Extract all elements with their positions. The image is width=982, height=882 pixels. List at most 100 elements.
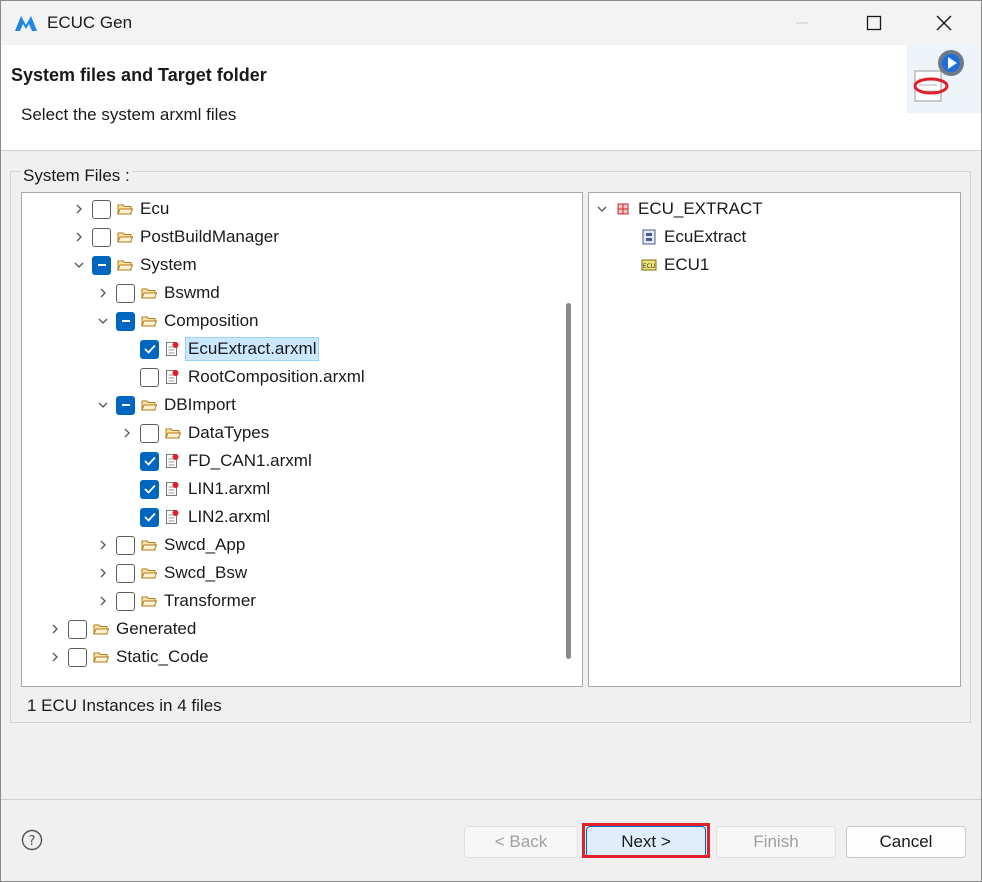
tree-item-label[interactable]: Transformer bbox=[161, 589, 259, 613]
maximize-button[interactable] bbox=[839, 1, 909, 45]
dialog-window: ECUC Gen System files and Target folder … bbox=[0, 0, 982, 882]
chevron-right-icon[interactable] bbox=[96, 566, 110, 580]
chevron-right-icon[interactable] bbox=[72, 202, 86, 216]
tree-row[interactable]: Generated bbox=[48, 615, 199, 643]
folder-icon bbox=[141, 593, 157, 609]
close-button[interactable] bbox=[909, 1, 979, 45]
chevron-down-icon[interactable] bbox=[96, 398, 110, 412]
tree-checkbox[interactable] bbox=[116, 311, 135, 331]
chevron-down-icon[interactable] bbox=[595, 202, 609, 216]
tree-item-label[interactable]: EcuExtract.arxml bbox=[185, 337, 320, 361]
ecu-tree-label[interactable]: ECU_EXTRACT bbox=[635, 197, 766, 221]
tree-item-label[interactable]: Swcd_Bsw bbox=[161, 561, 250, 585]
tree-checkbox[interactable] bbox=[92, 227, 111, 247]
minimize-button[interactable] bbox=[767, 1, 837, 45]
tree-row[interactable]: DBImport bbox=[96, 391, 239, 419]
folder-icon bbox=[117, 257, 133, 273]
tree-item-label[interactable]: Bswmd bbox=[161, 281, 223, 305]
tree-row[interactable]: FD_CAN1.arxml bbox=[120, 447, 315, 475]
tree-item-label[interactable]: DBImport bbox=[161, 393, 239, 417]
tree-checkbox[interactable] bbox=[92, 199, 111, 219]
chevron-right-icon[interactable] bbox=[96, 594, 110, 608]
title-bar[interactable]: ECUC Gen bbox=[1, 1, 981, 45]
tree-row[interactable]: Swcd_Bsw bbox=[96, 559, 250, 587]
ecu-tree-row[interactable]: ECU ECU1 bbox=[635, 251, 712, 279]
chevron-down-icon[interactable] bbox=[72, 258, 86, 272]
tree-row[interactable]: Transformer bbox=[96, 587, 259, 615]
tree-row[interactable]: System bbox=[72, 251, 200, 279]
tree-item-label[interactable]: LIN1.arxml bbox=[185, 477, 273, 501]
ecu-tree-label[interactable]: EcuExtract bbox=[661, 225, 749, 249]
tree-row[interactable]: PostBuildManager bbox=[72, 223, 282, 251]
tree-row[interactable]: Composition bbox=[96, 307, 262, 335]
help-icon[interactable]: ? bbox=[21, 829, 43, 851]
finish-button[interactable]: Finish bbox=[716, 826, 836, 858]
chevron-right-icon[interactable] bbox=[96, 538, 110, 552]
arxml-file-icon bbox=[165, 509, 181, 525]
folder-icon bbox=[141, 397, 157, 413]
folder-icon bbox=[141, 285, 157, 301]
tree-item-label[interactable]: PostBuildManager bbox=[137, 225, 282, 249]
tree-item-label[interactable]: LIN2.arxml bbox=[185, 505, 273, 529]
tree-checkbox[interactable] bbox=[140, 423, 159, 443]
system-files-label: System Files : bbox=[21, 166, 132, 186]
tree-row[interactable]: LIN1.arxml bbox=[120, 475, 273, 503]
tree-row[interactable]: RootComposition.arxml bbox=[120, 363, 368, 391]
tree-row[interactable]: Ecu bbox=[72, 195, 172, 223]
tree-item-label[interactable]: RootComposition.arxml bbox=[185, 365, 368, 389]
tree-item-label[interactable]: DataTypes bbox=[185, 421, 272, 445]
ecu-chip-icon: ECU bbox=[641, 257, 657, 273]
chevron-right-icon[interactable] bbox=[48, 622, 62, 636]
arxml-file-icon bbox=[165, 481, 181, 497]
chevron-right-icon[interactable] bbox=[72, 230, 86, 244]
scrollbar-thumb[interactable] bbox=[566, 303, 571, 659]
app-logo-icon bbox=[15, 16, 37, 31]
tree-checkbox[interactable] bbox=[140, 339, 159, 359]
tree-checkbox[interactable] bbox=[116, 395, 135, 415]
tree-checkbox[interactable] bbox=[68, 619, 87, 639]
ecu-tree-row[interactable]: EcuExtract bbox=[635, 223, 749, 251]
tree-row[interactable]: Static_Code bbox=[48, 643, 212, 671]
folder-icon bbox=[141, 313, 157, 329]
close-icon bbox=[936, 15, 952, 31]
tree-row[interactable]: Swcd_App bbox=[96, 531, 248, 559]
chevron-right-icon[interactable] bbox=[48, 650, 62, 664]
next-button[interactable]: Next > bbox=[586, 826, 706, 858]
back-button[interactable]: < Back bbox=[464, 826, 578, 858]
tree-item-label[interactable]: FD_CAN1.arxml bbox=[185, 449, 315, 473]
folder-icon bbox=[141, 537, 157, 553]
tree-row[interactable]: LIN2.arxml bbox=[120, 503, 273, 531]
tree-item-label[interactable]: Generated bbox=[113, 617, 199, 641]
ecu-tree-label[interactable]: ECU1 bbox=[661, 253, 712, 277]
tree-checkbox[interactable] bbox=[92, 255, 111, 275]
tree-item-label[interactable]: Ecu bbox=[137, 197, 172, 221]
tree-checkbox[interactable] bbox=[116, 283, 135, 303]
file-tree-panel[interactable]: Ecu PostBuildManager System Bswmd Compositio… bbox=[21, 192, 583, 687]
tree-checkbox[interactable] bbox=[140, 451, 159, 471]
tree-checkbox[interactable] bbox=[116, 591, 135, 611]
folder-icon bbox=[165, 425, 181, 441]
tree-item-label[interactable]: Static_Code bbox=[113, 645, 212, 669]
tree-row[interactable]: Bswmd bbox=[96, 279, 223, 307]
ecu-instances-panel[interactable]: ECU_EXTRACT EcuExtract ECU ECU1 bbox=[588, 192, 961, 687]
tree-row[interactable]: DataTypes bbox=[120, 419, 272, 447]
cancel-button[interactable]: Cancel bbox=[846, 826, 966, 858]
ecu-tree-row[interactable]: ECU_EXTRACT bbox=[595, 195, 766, 223]
chevron-down-icon[interactable] bbox=[96, 314, 110, 328]
tree-item-label[interactable]: Swcd_App bbox=[161, 533, 248, 557]
chevron-right-icon[interactable] bbox=[96, 286, 110, 300]
tree-item-label[interactable]: Composition bbox=[161, 309, 262, 333]
folder-icon bbox=[117, 201, 133, 217]
tree-checkbox[interactable] bbox=[116, 535, 135, 555]
tree-checkbox[interactable] bbox=[68, 647, 87, 667]
tree-checkbox[interactable] bbox=[140, 507, 159, 527]
folder-icon bbox=[93, 621, 109, 637]
tree-item-label[interactable]: System bbox=[137, 253, 200, 277]
tree-checkbox[interactable] bbox=[116, 563, 135, 583]
tree-checkbox[interactable] bbox=[140, 479, 159, 499]
chevron-right-icon[interactable] bbox=[120, 426, 134, 440]
tree-checkbox[interactable] bbox=[140, 367, 159, 387]
tree-row[interactable]: EcuExtract.arxml bbox=[120, 335, 320, 363]
